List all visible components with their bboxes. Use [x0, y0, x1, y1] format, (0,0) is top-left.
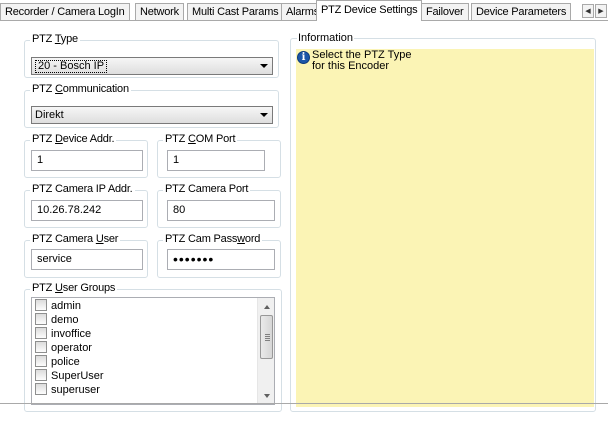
list-item[interactable]: invoffice: [35, 327, 91, 341]
ptz-communication-value: Direkt: [35, 109, 64, 121]
information-title: Information: [297, 32, 355, 44]
list-item[interactable]: admin: [35, 299, 81, 313]
ptz-device-addr-input[interactable]: 1: [31, 150, 143, 171]
ptz-type-title: PTZ Type: [30, 33, 80, 45]
ptz-camera-port-input[interactable]: 80: [167, 200, 275, 221]
tab-scroll-right-button[interactable]: ▶: [595, 4, 607, 18]
tab-failover[interactable]: Failover: [421, 3, 469, 20]
checkbox[interactable]: [35, 299, 47, 312]
scroll-down-button[interactable]: [258, 387, 274, 404]
tab-recorder-camera-login[interactable]: Recorder / Camera LogIn: [0, 3, 130, 20]
ptz-cam-password-title: PTZ Cam Password: [163, 233, 263, 245]
list-item[interactable]: police: [35, 355, 80, 369]
tab-multi-cast-params[interactable]: Multi Cast Params: [187, 3, 284, 20]
ptz-cam-password-input[interactable]: •••••••: [167, 249, 275, 270]
ptz-camera-ip-title: PTZ Camera IP Addr.: [30, 183, 135, 195]
ptz-user-groups-title: PTZ User Groups: [30, 282, 118, 294]
page-bottom-border: [0, 403, 608, 404]
tab-scroll-left-button[interactable]: ◀: [582, 4, 594, 18]
arrow-down-icon: [263, 393, 270, 398]
arrow-up-icon: [263, 304, 270, 309]
ptz-camera-port-title: PTZ Camera Port: [163, 183, 251, 195]
ptz-camera-ip-input[interactable]: 10.26.78.242: [31, 200, 143, 221]
ptz-communication-select[interactable]: Direkt: [31, 106, 273, 124]
ptz-communication-title: PTZ Communication: [30, 83, 131, 95]
information-panel: [296, 49, 594, 407]
information-text: Select the PTZ Type for this Encoder: [312, 50, 452, 72]
ptz-type-select[interactable]: 20 - Bosch IP: [31, 57, 273, 75]
checkbox[interactable]: [35, 355, 47, 368]
list-item[interactable]: SuperUser: [35, 369, 104, 383]
arrow-right-icon: ▶: [598, 8, 604, 15]
tab-device-parameters[interactable]: Device Parameters: [471, 3, 572, 20]
list-item[interactable]: operator: [35, 341, 92, 355]
tab-ptz-device-settings[interactable]: PTZ Device Settings: [316, 0, 423, 21]
ptz-device-addr-title: PTZ Device Addr.: [30, 133, 117, 145]
scroll-thumb[interactable]: [260, 315, 273, 359]
arrow-left-icon: ◀: [585, 8, 591, 15]
checkbox[interactable]: [35, 369, 47, 382]
ptz-type-value: 20 - Bosch IP: [35, 60, 108, 73]
scroll-up-button[interactable]: [258, 298, 274, 315]
tab-strip: Recorder / Camera LogIn Network Multi Ca…: [0, 0, 608, 21]
ptz-com-port-title: PTZ COM Port: [163, 133, 238, 145]
grip-icon: [265, 334, 270, 341]
checkbox[interactable]: [35, 341, 47, 354]
tab-network[interactable]: Network: [135, 3, 184, 20]
ptz-camera-user-title: PTZ Camera User: [30, 233, 121, 245]
list-item[interactable]: demo: [35, 313, 79, 327]
checkbox[interactable]: [35, 313, 47, 326]
ptz-user-groups-list: admin demo invoffice operator police Sup…: [31, 297, 275, 405]
information-line-2: for this Encoder: [312, 60, 390, 72]
chevron-down-icon: [260, 113, 268, 117]
info-icon: i: [297, 51, 310, 64]
ptz-camera-user-input[interactable]: service: [31, 249, 143, 270]
vertical-scrollbar[interactable]: [257, 298, 274, 404]
checkbox[interactable]: [35, 383, 47, 396]
list-item[interactable]: superuser: [35, 383, 100, 397]
chevron-down-icon: [260, 64, 268, 68]
ptz-com-port-input[interactable]: 1: [167, 150, 265, 171]
checkbox[interactable]: [35, 327, 47, 340]
